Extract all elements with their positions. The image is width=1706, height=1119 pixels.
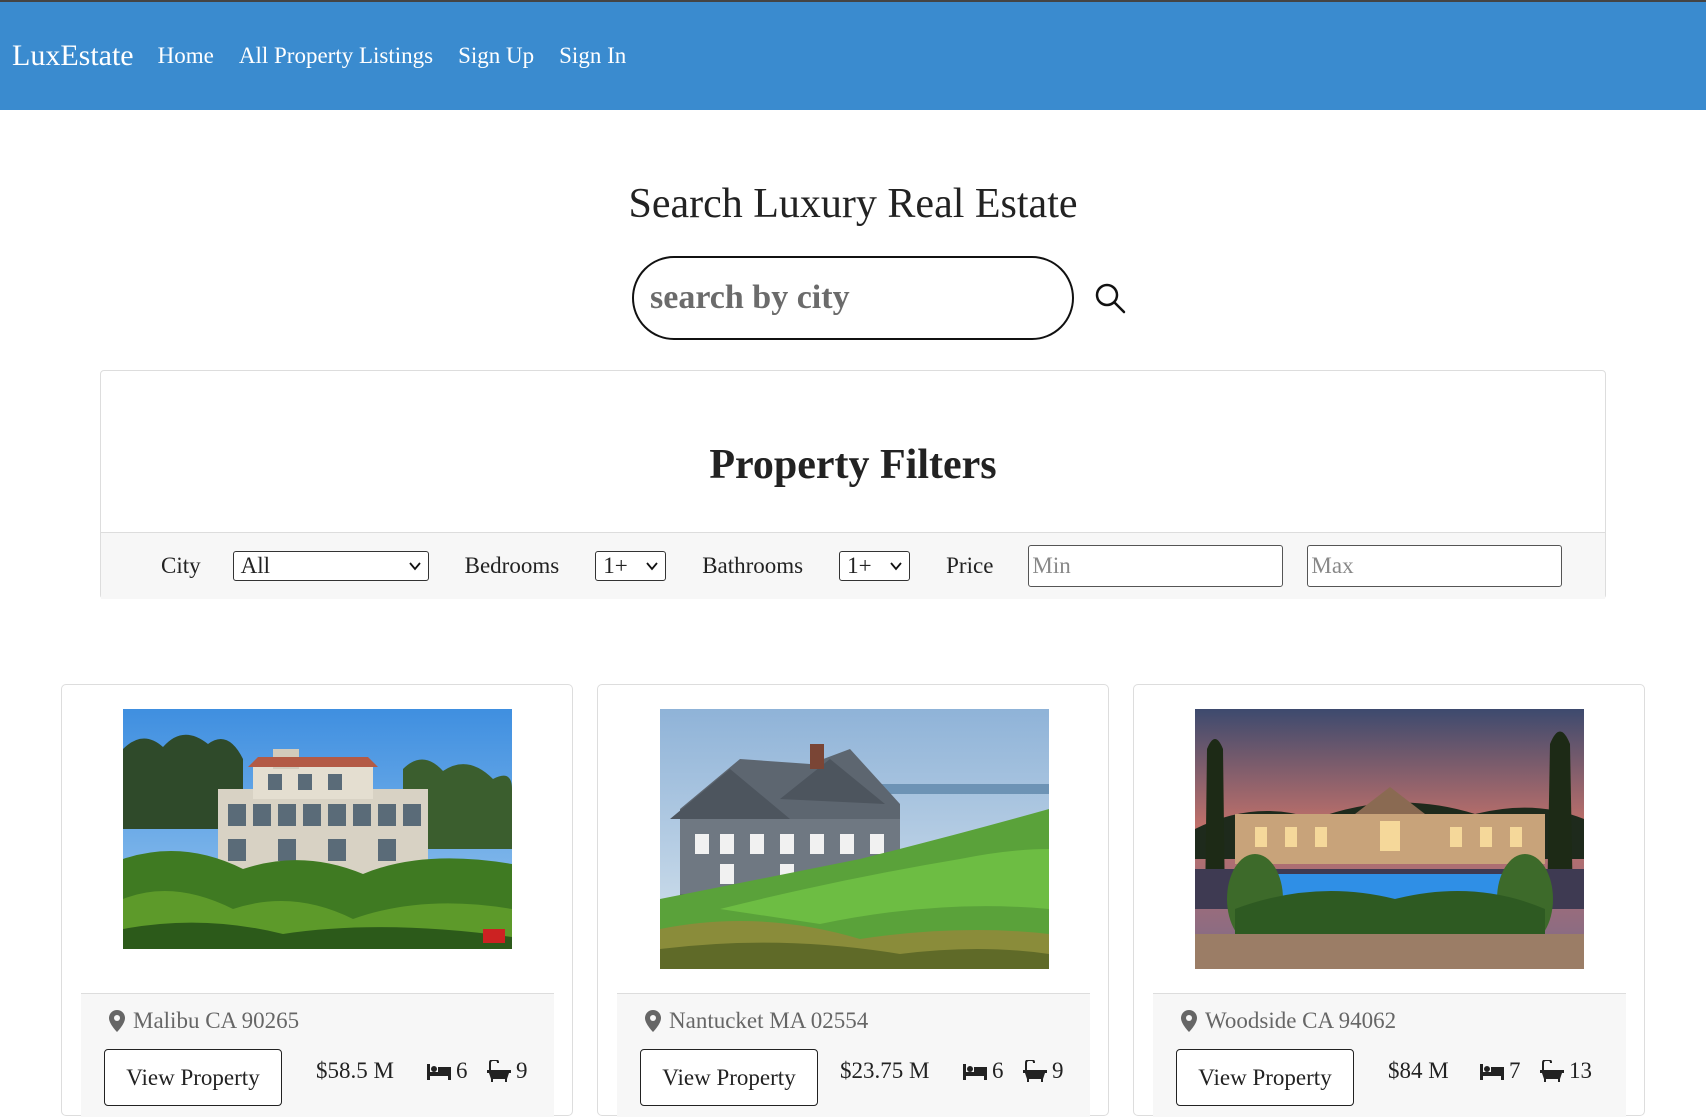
price: $58.5 M <box>316 1058 394 1083</box>
price: $84 M <box>1388 1058 1449 1083</box>
filters-title: Property Filters <box>709 442 997 488</box>
card-footer: Malibu CA 90265 View Property $58.5 M 6 … <box>81 993 554 1117</box>
property-card: Woodside CA 94062 View Property $84 M 7 … <box>1133 684 1645 1117</box>
bathtub-icon <box>1540 1060 1564 1082</box>
map-pin-icon <box>645 1010 661 1032</box>
location: Woodside CA 94062 <box>1181 1008 1396 1034</box>
bathrooms-count: 9 <box>1052 1058 1064 1083</box>
nav-link-sign-in[interactable]: Sign In <box>559 43 626 69</box>
bathrooms-count: 9 <box>516 1058 528 1083</box>
view-property-button[interactable]: View Property <box>640 1049 818 1106</box>
city-select[interactable]: All <box>232 551 429 581</box>
price-label: Price <box>946 553 994 578</box>
nav-link-home[interactable]: Home <box>158 43 214 69</box>
bedrooms-stat: 6 <box>963 1058 1004 1084</box>
filters-bar: City All Bedrooms 1+ Bathrooms 1+ Price <box>101 532 1605 599</box>
search-input[interactable] <box>650 279 1094 317</box>
nav-link-sign-up[interactable]: Sign Up <box>458 43 534 69</box>
location-text: Woodside CA 94062 <box>1205 1008 1397 1033</box>
view-property-button[interactable]: View Property <box>104 1049 282 1106</box>
property-filters-panel: Property Filters City All Bedrooms 1+ Ba… <box>100 370 1606 599</box>
property-photo[interactable] <box>660 709 1049 969</box>
location-text: Nantucket MA 02554 <box>669 1008 869 1033</box>
bathrooms-count: 13 <box>1569 1058 1592 1083</box>
property-photo[interactable] <box>123 709 512 949</box>
bathtub-icon <box>487 1060 511 1082</box>
search-icon[interactable] <box>1094 280 1126 316</box>
view-property-button[interactable]: View Property <box>1176 1049 1354 1106</box>
location-text: Malibu CA 90265 <box>133 1008 300 1033</box>
navbar: LuxEstate Home All Property Listings Sig… <box>0 0 1706 110</box>
chevron-down-icon <box>646 562 658 571</box>
bathrooms-stat: 9 <box>1023 1058 1064 1084</box>
price-max-input[interactable] <box>1307 545 1563 587</box>
bed-icon <box>427 1064 451 1080</box>
map-pin-icon <box>1181 1010 1197 1032</box>
city-select-value: All <box>240 553 271 578</box>
chevron-down-icon <box>408 562 421 571</box>
location: Nantucket MA 02554 <box>645 1008 868 1034</box>
city-label: City <box>161 553 201 578</box>
card-footer: Nantucket MA 02554 View Property $23.75 … <box>617 993 1090 1117</box>
bedrooms-count: 6 <box>456 1058 468 1083</box>
property-card: Malibu CA 90265 View Property $58.5 M 6 … <box>61 684 573 1117</box>
bathrooms-stat: 9 <box>487 1058 528 1084</box>
bathrooms-stat: 13 <box>1540 1058 1592 1084</box>
map-pin-icon <box>109 1010 125 1032</box>
nav-link-all-listings[interactable]: All Property Listings <box>239 43 433 69</box>
property-photo[interactable] <box>1195 709 1584 969</box>
bed-icon <box>963 1064 987 1080</box>
bedrooms-stat: 6 <box>427 1058 468 1084</box>
bedrooms-select[interactable]: 1+ <box>595 551 667 581</box>
page-title: Search Luxury Real Estate <box>628 181 1078 227</box>
mls-logo <box>483 929 505 943</box>
price-min-input[interactable] <box>1028 545 1284 587</box>
bedrooms-count: 6 <box>992 1058 1004 1083</box>
bedrooms-select-value: 1+ <box>603 553 628 578</box>
price: $23.75 M <box>840 1058 930 1083</box>
brand-logo[interactable]: LuxEstate <box>12 39 134 73</box>
bedrooms-stat: 7 <box>1480 1058 1521 1084</box>
property-card: Nantucket MA 02554 View Property $23.75 … <box>597 684 1109 1117</box>
chevron-down-icon <box>890 562 902 571</box>
location: Malibu CA 90265 <box>109 1008 299 1034</box>
search-box <box>632 256 1126 340</box>
bedrooms-count: 7 <box>1509 1058 1521 1083</box>
card-footer: Woodside CA 94062 View Property $84 M 7 … <box>1153 993 1626 1117</box>
bathrooms-select-value: 1+ <box>847 553 872 578</box>
bathrooms-label: Bathrooms <box>702 553 804 578</box>
bathrooms-select[interactable]: 1+ <box>839 551 911 581</box>
bedrooms-label: Bedrooms <box>464 553 560 578</box>
bathtub-icon <box>1023 1060 1047 1082</box>
bed-icon <box>1480 1064 1504 1080</box>
